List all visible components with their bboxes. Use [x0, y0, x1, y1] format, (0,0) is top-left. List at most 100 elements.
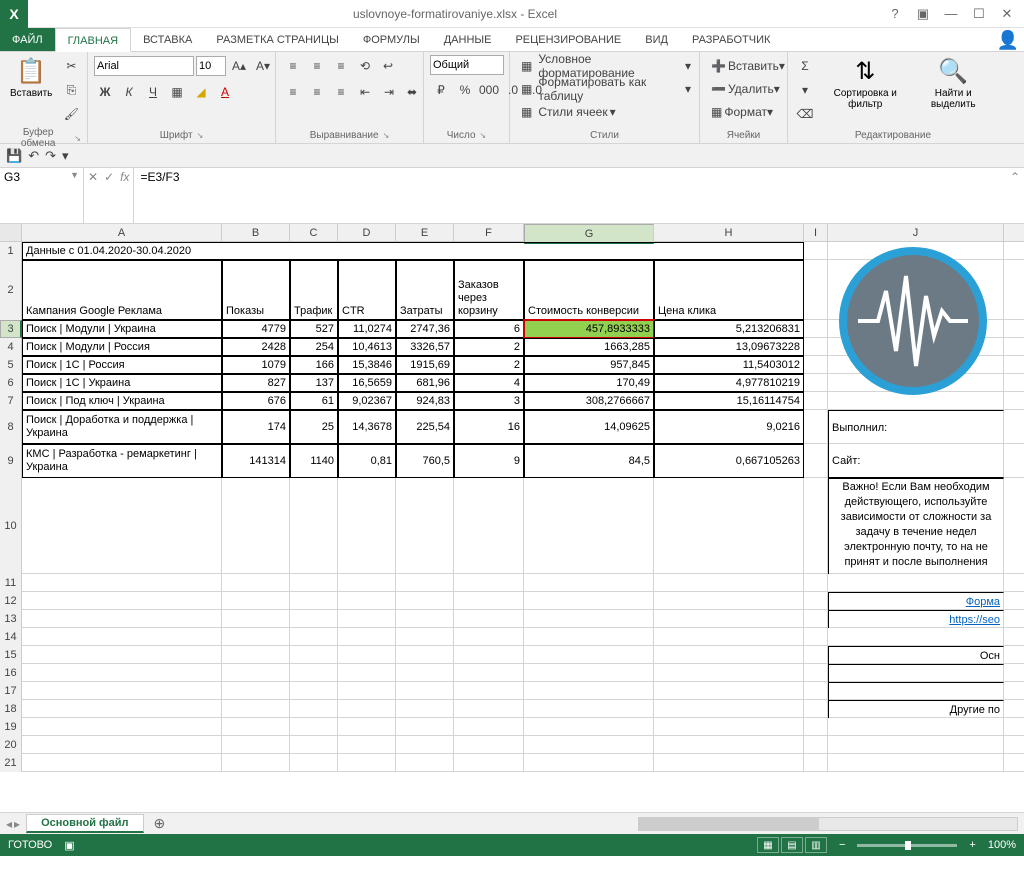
cell[interactable]: [524, 664, 654, 682]
cell[interactable]: 174: [222, 410, 290, 444]
cell[interactable]: [338, 646, 396, 664]
cell[interactable]: [338, 574, 396, 592]
cell[interactable]: [804, 338, 828, 356]
cell[interactable]: [290, 478, 338, 574]
cell[interactable]: 15,3846: [338, 356, 396, 374]
col-A[interactable]: A: [22, 224, 222, 241]
cell[interactable]: [290, 628, 338, 646]
maximize-icon[interactable]: ☐: [966, 3, 992, 25]
cell[interactable]: [804, 356, 828, 374]
view-page-layout[interactable]: ▤: [781, 837, 803, 853]
tab-dev[interactable]: РАЗРАБОТЧИК: [680, 28, 782, 51]
col-B[interactable]: B: [222, 224, 290, 241]
clear-button[interactable]: ⌫: [794, 103, 816, 125]
cell[interactable]: [396, 664, 454, 682]
cell[interactable]: [654, 754, 804, 772]
cell[interactable]: [222, 610, 290, 628]
cell[interactable]: [338, 592, 396, 610]
row-header-5[interactable]: 5: [0, 356, 22, 374]
cell[interactable]: [22, 478, 222, 574]
cell[interactable]: Поиск | Модули | Украина: [22, 320, 222, 338]
cell[interactable]: Показы: [222, 260, 290, 320]
name-box[interactable]: ▼: [0, 168, 84, 223]
cell[interactable]: 16,5659: [338, 374, 396, 392]
orientation[interactable]: ⟲: [354, 55, 376, 77]
cell[interactable]: [22, 682, 222, 700]
row-header-11[interactable]: 11: [0, 574, 22, 592]
tab-insert[interactable]: ВСТАВКА: [131, 28, 204, 51]
cell[interactable]: [22, 664, 222, 682]
cell[interactable]: 170,49: [524, 374, 654, 392]
sheet-nav-first[interactable]: ◂: [6, 817, 12, 831]
cell[interactable]: [524, 646, 654, 664]
cell[interactable]: [804, 628, 828, 646]
formula-input[interactable]: [140, 170, 1000, 184]
cell[interactable]: 6: [454, 320, 524, 338]
cell[interactable]: Выполнил:: [828, 410, 1004, 444]
add-sheet-button[interactable]: ⊕: [144, 815, 176, 832]
cell[interactable]: Поиск | 1С | Украина: [22, 374, 222, 392]
cell[interactable]: [828, 682, 1004, 700]
cell[interactable]: 61: [290, 392, 338, 410]
cell[interactable]: Кампания Google Реклама: [22, 260, 222, 320]
autosum[interactable]: Σ: [794, 55, 816, 77]
sheet-nav-last[interactable]: ▸: [14, 817, 20, 831]
clipboard-launcher[interactable]: ↘: [74, 134, 81, 143]
cell[interactable]: [222, 700, 290, 718]
cell[interactable]: [22, 754, 222, 772]
cell[interactable]: [654, 646, 804, 664]
font-color-button[interactable]: A: [214, 81, 236, 103]
view-normal[interactable]: ▦: [757, 837, 779, 853]
cell[interactable]: [654, 628, 804, 646]
cell[interactable]: [290, 610, 338, 628]
cell[interactable]: [654, 718, 804, 736]
tab-file[interactable]: ФАЙЛ: [0, 28, 55, 51]
cell[interactable]: [454, 574, 524, 592]
cell[interactable]: [338, 682, 396, 700]
format-painter-button[interactable]: 🖌: [60, 103, 82, 125]
cell[interactable]: [22, 592, 222, 610]
cell[interactable]: [222, 592, 290, 610]
cell[interactable]: [290, 700, 338, 718]
align-top[interactable]: ≡: [282, 55, 304, 77]
cell[interactable]: 0,667105263: [654, 444, 804, 478]
cell[interactable]: 2428: [222, 338, 290, 356]
fx-icon[interactable]: fx: [120, 170, 129, 184]
cell[interactable]: Форма: [828, 592, 1004, 610]
cell[interactable]: [290, 646, 338, 664]
cell[interactable]: [22, 574, 222, 592]
col-G[interactable]: G: [524, 224, 654, 244]
view-page-break[interactable]: ▥: [805, 837, 827, 853]
help-icon[interactable]: ?: [882, 3, 908, 25]
cell[interactable]: [454, 736, 524, 754]
cell[interactable]: 9,0216: [654, 410, 804, 444]
row-header-2[interactable]: 2: [0, 260, 22, 320]
cell[interactable]: [524, 574, 654, 592]
sheet-tab-main[interactable]: Основной файл: [26, 814, 143, 833]
cell[interactable]: [654, 574, 804, 592]
cell[interactable]: [290, 592, 338, 610]
cell[interactable]: [654, 736, 804, 754]
cell[interactable]: 2: [454, 356, 524, 374]
cell[interactable]: Трафик: [290, 260, 338, 320]
cell[interactable]: [524, 628, 654, 646]
cell[interactable]: 9: [454, 444, 524, 478]
ribbon-options-icon[interactable]: ▣: [910, 3, 936, 25]
row-header-7[interactable]: 7: [0, 392, 22, 410]
cell[interactable]: [222, 574, 290, 592]
cell[interactable]: [396, 592, 454, 610]
close-icon[interactable]: ✕: [994, 3, 1020, 25]
select-all-corner[interactable]: [0, 224, 22, 241]
cell[interactable]: 681,96: [396, 374, 454, 392]
cell[interactable]: 25: [290, 410, 338, 444]
cell[interactable]: [396, 754, 454, 772]
cell[interactable]: 4: [454, 374, 524, 392]
cell[interactable]: [454, 646, 524, 664]
format-as-table[interactable]: ▦ Форматировать как таблицу ▾: [516, 78, 696, 100]
cell[interactable]: [396, 628, 454, 646]
cell[interactable]: [396, 718, 454, 736]
qat-customize[interactable]: ▾: [62, 148, 69, 164]
cell[interactable]: [804, 592, 828, 610]
cell[interactable]: [396, 700, 454, 718]
cell[interactable]: 1663,285: [524, 338, 654, 356]
